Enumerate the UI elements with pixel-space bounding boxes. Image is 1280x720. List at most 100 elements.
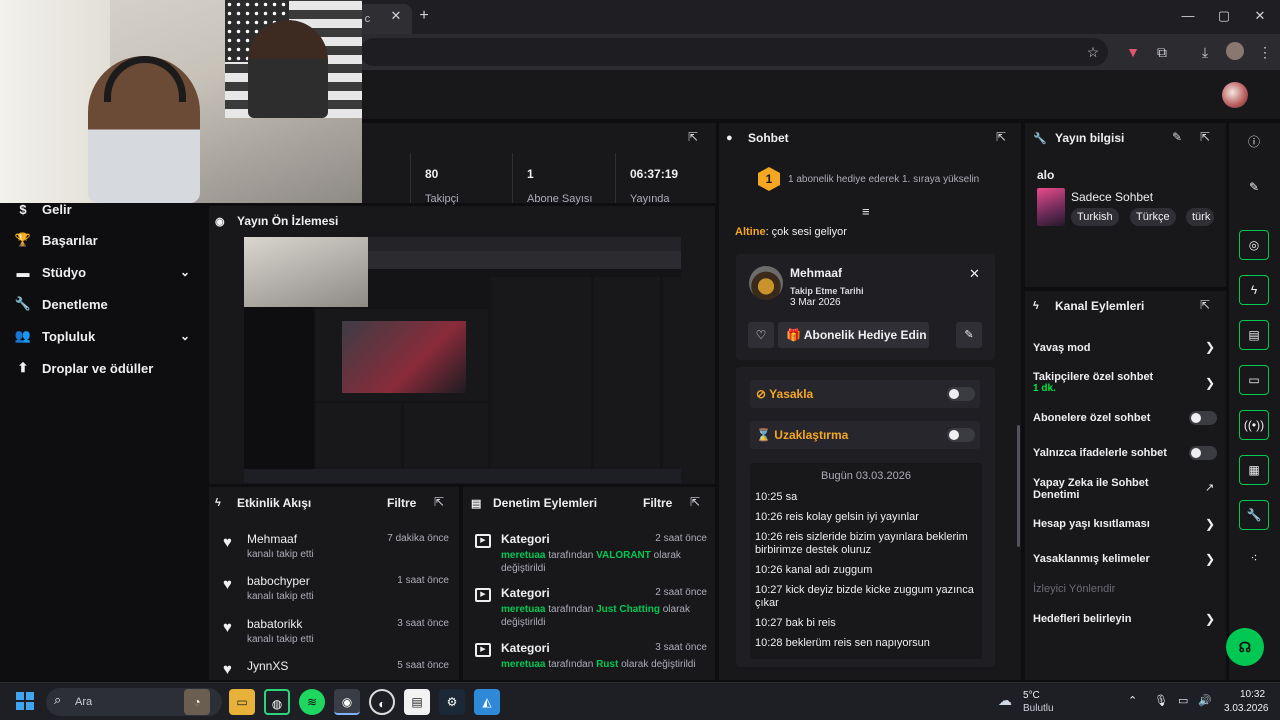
followers-only-item[interactable]: Takipçilere özel sohbet 1 dk.: [1033, 371, 1219, 394]
ai-moderation-item[interactable]: Yapay Zeka ile Sohbet Denetimi: [1033, 477, 1183, 501]
set-goals-item[interactable]: Hedefleri belirleyin: [1033, 613, 1219, 625]
user-card-name[interactable]: Mehmaaf: [790, 266, 842, 280]
stream-preview-video[interactable]: [244, 237, 681, 483]
broadcast-icon[interactable]: ((•)): [1239, 410, 1269, 440]
gift-sub-button[interactable]: 🎁 Abonelik Hediye Edin: [778, 322, 929, 348]
edit-pencil-icon[interactable]: ✎: [1244, 177, 1264, 197]
sub-gift-banner[interactable]: 1 abonelik hediye ederek 1. sıraya yükse…: [788, 174, 979, 185]
chevron-right-icon[interactable]: ❯: [1205, 376, 1215, 390]
download-icon[interactable]: ⤓: [1194, 41, 1216, 63]
tab-close-icon[interactable]: ✕: [388, 8, 404, 24]
popout-icon[interactable]: ⇱: [1200, 130, 1210, 144]
close-icon[interactable]: ✕: [969, 266, 980, 282]
chrome-icon[interactable]: ◉: [334, 689, 360, 715]
notes-icon[interactable]: ▤: [1239, 320, 1269, 350]
spotify-icon[interactable]: ≋: [299, 689, 325, 715]
popout-icon[interactable]: ⇱: [434, 495, 444, 509]
maximize-button[interactable]: ▢: [1208, 6, 1240, 26]
ban-row[interactable]: ⊘ Yasakla: [750, 380, 980, 408]
chevron-down-icon[interactable]: ⌄: [180, 329, 190, 343]
chevron-down-icon[interactable]: ⌄: [180, 265, 190, 279]
list-item[interactable]: ▶ Kategori 2 saat önce meretuaa tarafından …: [475, 586, 711, 638]
bolt-icon[interactable]: ϟ: [1239, 275, 1269, 305]
stream-tag[interactable]: Turkish: [1071, 208, 1119, 226]
address-bar[interactable]: [360, 38, 1108, 66]
minimize-button[interactable]: —: [1172, 6, 1204, 26]
chat-message[interactable]: Altine: çok sesi geliyor: [735, 226, 847, 238]
stream-tag[interactable]: Türkçe: [1130, 208, 1176, 226]
chevron-right-icon[interactable]: ❯: [1205, 517, 1215, 531]
nav-label: Stüdyo: [42, 264, 87, 280]
new-tab-button[interactable]: +: [416, 8, 432, 24]
collapse-banner-icon[interactable]: ≡: [862, 204, 870, 219]
timeout-row[interactable]: ⌛ Uzaklaştırma: [750, 421, 980, 449]
app-icon[interactable]: ◍: [264, 689, 290, 715]
popout-icon[interactable]: ⇱: [690, 495, 700, 509]
info-icon[interactable]: ⓘ: [1244, 132, 1264, 152]
network-icon[interactable]: ▭: [1178, 694, 1188, 707]
window-close-button[interactable]: ✕: [1244, 6, 1276, 26]
popout-icon[interactable]: ⇱: [996, 130, 1006, 144]
list-item[interactable]: ♥ babochyper kanalı takip etti 1 saat önce: [223, 574, 451, 610]
chat-bubble-icon[interactable]: ▭: [1239, 365, 1269, 395]
steam-icon[interactable]: ⚙: [439, 689, 465, 715]
nav-item-community[interactable]: 👥 Topluluk ⌄: [14, 324, 194, 348]
chat-username[interactable]: Altine: [735, 226, 766, 238]
file-explorer-icon[interactable]: ▭: [229, 689, 255, 715]
chevron-right-icon[interactable]: ❯: [1205, 340, 1215, 354]
nav-item-studio[interactable]: ▬ Stüdyo ⌄: [14, 260, 194, 284]
subs-only-toggle[interactable]: [1189, 411, 1217, 425]
banned-words-item[interactable]: Yasaklanmış kelimeler: [1033, 553, 1219, 565]
info-title-text: Yayın bilgisi: [1055, 131, 1125, 145]
bookmark-star-icon[interactable]: ☆: [1082, 41, 1104, 63]
wrench-icon[interactable]: 🔧: [1239, 500, 1269, 530]
nav-label: Gelir: [42, 201, 72, 217]
camera-focus-icon[interactable]: ◎: [1239, 230, 1269, 260]
chat-scrollbar[interactable]: [1017, 425, 1020, 547]
list-item[interactable]: ▶ Kategori 2 saat önce meretuaa tarafından …: [475, 532, 711, 584]
windows-start-icon[interactable]: [16, 692, 34, 710]
extension-shield-icon[interactable]: ▼: [1122, 41, 1144, 63]
nav-item-achievements[interactable]: 🏆 Başarılar: [14, 228, 194, 252]
extensions-puzzle-icon[interactable]: ⧉: [1151, 41, 1173, 63]
user-avatar[interactable]: [1222, 82, 1248, 108]
notepad-icon[interactable]: ▤: [404, 689, 430, 715]
nav-item-moderation[interactable]: 🔧 Denetleme: [14, 292, 194, 316]
volume-icon[interactable]: 🔊: [1198, 694, 1212, 707]
list-item[interactable]: ♥ babatorikk kanalı takip etti 3 saat önce: [223, 617, 451, 653]
chevron-right-icon[interactable]: ❯: [1205, 552, 1215, 566]
external-link-icon[interactable]: ↗: [1205, 481, 1214, 494]
history-line: 10:27 kick deyiz bizde kicke zuggum yazı…: [755, 584, 974, 609]
chevron-up-icon[interactable]: ⌃: [1128, 694, 1137, 707]
nav-item-drops[interactable]: ⬆ Droplar ve ödüller: [14, 356, 194, 380]
app-icon[interactable]: ◭: [474, 689, 500, 715]
popout-icon[interactable]: ⇱: [688, 130, 698, 144]
help-headset-icon[interactable]: ☊: [1226, 628, 1264, 666]
apps-icon[interactable]: ⁖: [1244, 548, 1264, 568]
timeout-toggle[interactable]: [947, 428, 975, 442]
browser-profile-avatar[interactable]: [1226, 42, 1244, 60]
list-item[interactable]: ♥ Mehmaaf kanalı takip etti 7 dakika önce: [223, 532, 451, 568]
list-item[interactable]: ▶ Kategori 3 saat önce meretuaa tarafından …: [475, 641, 711, 680]
chevron-right-icon[interactable]: ❯: [1205, 612, 1215, 626]
moderation-filter-button[interactable]: Filtre: [643, 496, 672, 510]
obs-icon[interactable]: ◐: [369, 689, 395, 715]
list-item[interactable]: ♥ JynnXS 5 saat önce: [223, 659, 451, 680]
weather-temperature[interactable]: 5°C: [1023, 690, 1040, 701]
edit-pencil-icon[interactable]: ✎: [1172, 130, 1182, 144]
activity-filter-button[interactable]: Filtre: [387, 496, 416, 510]
mute-mic-icon[interactable]: ✎: [956, 322, 982, 348]
follow-heart-button[interactable]: ♡: [748, 322, 774, 348]
ban-toggle[interactable]: [947, 387, 975, 401]
stream-tag[interactable]: türk: [1186, 208, 1214, 226]
slow-mode-item[interactable]: Yavaş mod: [1033, 342, 1219, 354]
browser-menu-icon[interactable]: ⋮: [1254, 41, 1276, 63]
bolt-icon: ϟ: [215, 497, 221, 509]
clock-time[interactable]: 10:32: [1240, 689, 1265, 700]
popout-icon[interactable]: ⇱: [1200, 298, 1210, 312]
account-age-item[interactable]: Hesap yaşı kısıtlaması: [1033, 518, 1219, 530]
microphone-icon[interactable]: 🎙: [1154, 694, 1168, 707]
clock-date[interactable]: 3.03.2026: [1224, 703, 1269, 714]
layout-icon[interactable]: ▦: [1239, 455, 1269, 485]
emote-only-toggle[interactable]: [1189, 446, 1217, 460]
